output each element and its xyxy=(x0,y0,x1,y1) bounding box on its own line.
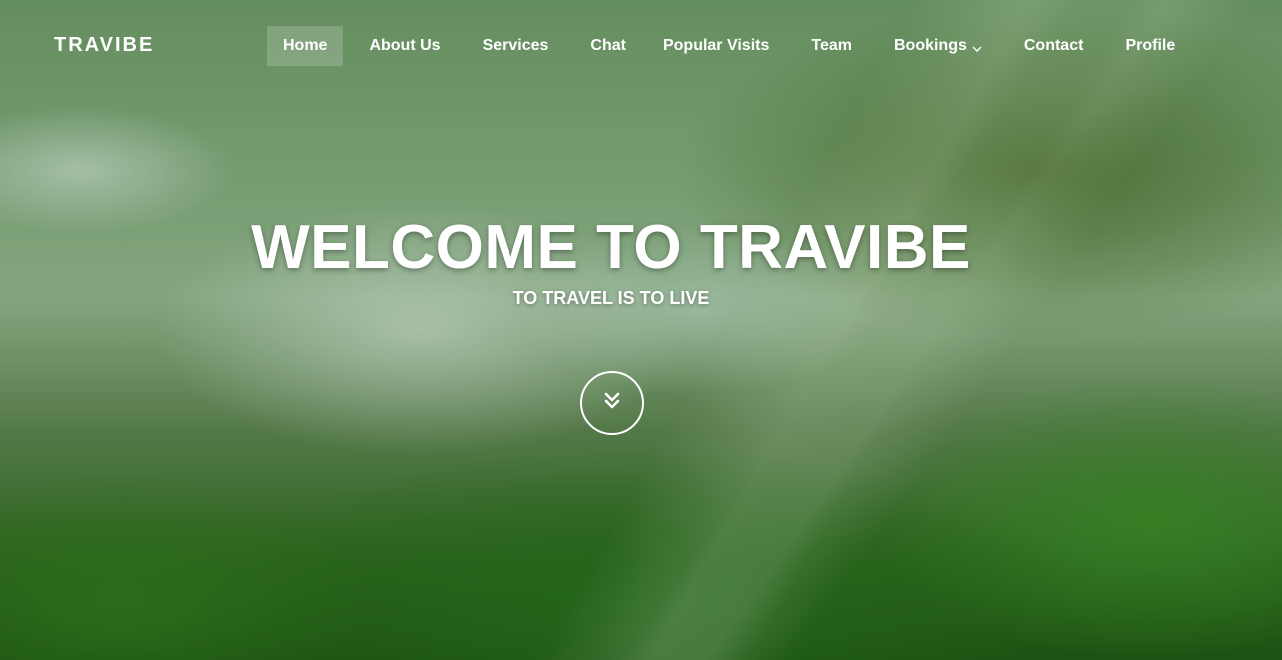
nav-item-bookings-label: Bookings xyxy=(893,37,967,54)
site-header: TRAVIBE Home About Us Services Chat Popu… xyxy=(0,0,1282,90)
nav-item-about-us[interactable]: About Us xyxy=(369,26,440,66)
nav-item-bookings[interactable]: Bookings xyxy=(894,26,982,66)
hero-background xyxy=(0,0,1282,660)
hero-subtitle: TO TRAVEL IS TO LIVE xyxy=(512,288,710,308)
nav-item-services[interactable]: Services xyxy=(483,26,549,66)
double-chevron-down-icon xyxy=(601,390,623,417)
nav-item-contact[interactable]: Contact xyxy=(1024,26,1084,66)
nav-item-home[interactable]: Home xyxy=(267,26,344,66)
nav-item-popular-visits[interactable]: Popular Visits xyxy=(663,26,769,66)
main-nav: Home About Us Services Chat Popular Visi… xyxy=(267,26,1175,66)
nav-item-chat[interactable]: Chat xyxy=(590,26,626,66)
hero-title: WELCOME TO TRAVIBE xyxy=(251,213,971,282)
nav-item-profile[interactable]: Profile xyxy=(1125,26,1175,66)
nav-item-team[interactable]: Team xyxy=(811,26,852,66)
chevron-down-icon xyxy=(972,41,982,52)
scroll-down-button[interactable] xyxy=(580,371,644,435)
background-overlay xyxy=(0,0,1282,660)
site-logo[interactable]: TRAVIBE xyxy=(54,34,154,57)
